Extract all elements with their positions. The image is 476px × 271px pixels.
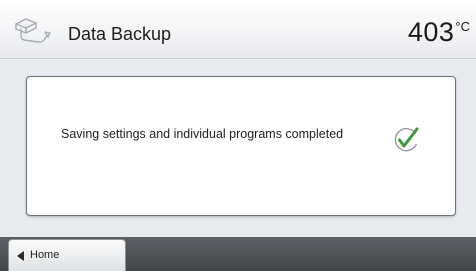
page-title: Data Backup (68, 24, 172, 44)
checkmark-icon (394, 127, 419, 152)
screen: Data Backup 403°C Saving settings and in… (0, 0, 476, 271)
temperature-unit: °C (455, 19, 470, 34)
status-message: Saving settings and individual programs … (61, 127, 344, 141)
status-dialog: Saving settings and individual programs … (26, 76, 456, 216)
content-area: Saving settings and individual programs … (0, 59, 476, 237)
arrow-left-icon (17, 251, 24, 261)
home-button-label: Home (30, 249, 60, 261)
home-button[interactable]: Home (8, 239, 126, 271)
usb-stick-icon (15, 18, 51, 43)
footer-bar: Home (0, 237, 476, 271)
temperature-display: 403°C (408, 17, 470, 47)
title-bar: Data Backup 403°C (0, 0, 476, 59)
temperature-value: 403 (407, 17, 455, 47)
